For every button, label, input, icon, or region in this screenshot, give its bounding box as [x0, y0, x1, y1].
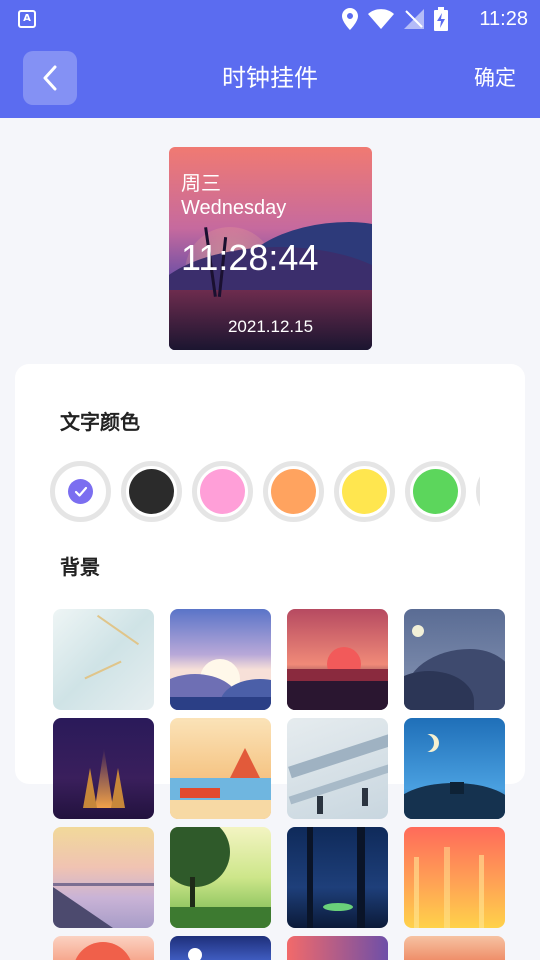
bg-tile-orange-glow[interactable] — [404, 827, 505, 928]
app-notification-icon: A — [18, 10, 36, 28]
swatch-fill — [129, 469, 174, 514]
battery-charging-icon — [434, 7, 448, 31]
bg-tile-orange-cabin[interactable] — [170, 718, 271, 819]
bg-tile-green-tree[interactable] — [170, 827, 271, 928]
bg-tile-desert-dunes[interactable] — [404, 936, 505, 960]
swatch-fill — [200, 469, 245, 514]
preview-time: 11:28:44 — [181, 237, 319, 278]
bg-tile-blue-moon-house[interactable] — [404, 718, 505, 819]
swatch-partial[interactable] — [476, 461, 480, 522]
color-swatch-list[interactable] — [50, 461, 480, 523]
bg-tile-red-sunset-road[interactable] — [287, 609, 388, 710]
status-bar: A 11:28 — [0, 0, 540, 38]
wifi-icon — [368, 9, 394, 29]
clock-widget-preview: 周三 Wednesday 11:28:44 2021.12.15 — [169, 147, 372, 350]
bg-tile-pastel-lake[interactable] — [53, 827, 154, 928]
bg-tile-night-sky[interactable] — [170, 936, 271, 960]
confirm-button[interactable]: 确定 — [474, 64, 516, 92]
background-title: 背景 — [60, 555, 100, 579]
bg-tile-moon-hill[interactable] — [404, 609, 505, 710]
swatch-pink[interactable] — [192, 461, 253, 522]
swatch-green[interactable] — [405, 461, 466, 522]
page-title: 时钟挂件 — [222, 64, 318, 92]
bg-tile-dark-forest[interactable] — [287, 827, 388, 928]
swatch-fill — [271, 469, 316, 514]
swatch-fill — [413, 469, 458, 514]
bg-tile-purple-dusk[interactable] — [287, 936, 388, 960]
no-signal-icon — [404, 9, 424, 29]
app-bar: 时钟挂件 确定 — [0, 38, 540, 118]
swatch-yellow[interactable] — [334, 461, 395, 522]
bg-tile-sunrise-valley[interactable] — [170, 609, 271, 710]
swatch-orange[interactable] — [263, 461, 324, 522]
preview-weekday-en: Wednesday — [181, 197, 287, 219]
status-time: 11:28 — [479, 8, 528, 30]
swatch-fill — [342, 469, 387, 514]
bg-tile-purple-fire[interactable] — [53, 718, 154, 819]
status-icons — [342, 6, 448, 32]
swatch-black[interactable] — [121, 461, 182, 522]
bg-tile-snowy-slope[interactable] — [287, 718, 388, 819]
bg-tile-marble[interactable] — [53, 609, 154, 710]
preview-weekday-cn: 周三 — [181, 173, 221, 195]
swatch-white[interactable] — [50, 461, 111, 522]
bg-tile-peach-sun[interactable] — [53, 936, 154, 960]
text-color-title: 文字颜色 — [60, 410, 140, 434]
location-icon — [342, 8, 358, 30]
preview-date: 2021.12.15 — [227, 317, 314, 336]
check-icon — [68, 479, 93, 504]
